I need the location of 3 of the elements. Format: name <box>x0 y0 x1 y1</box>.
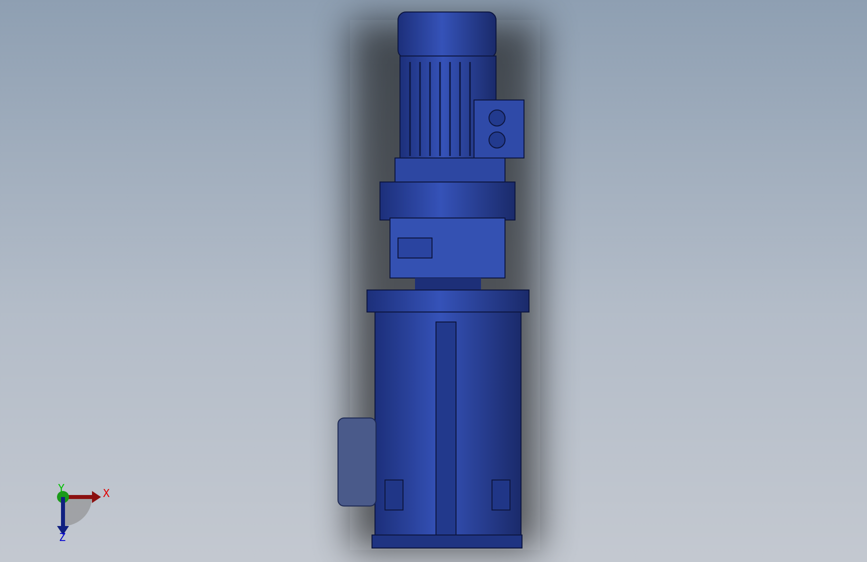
axis-label: X <box>103 487 110 500</box>
axis-label: Y <box>58 482 65 495</box>
axis-label: Z <box>59 531 66 544</box>
